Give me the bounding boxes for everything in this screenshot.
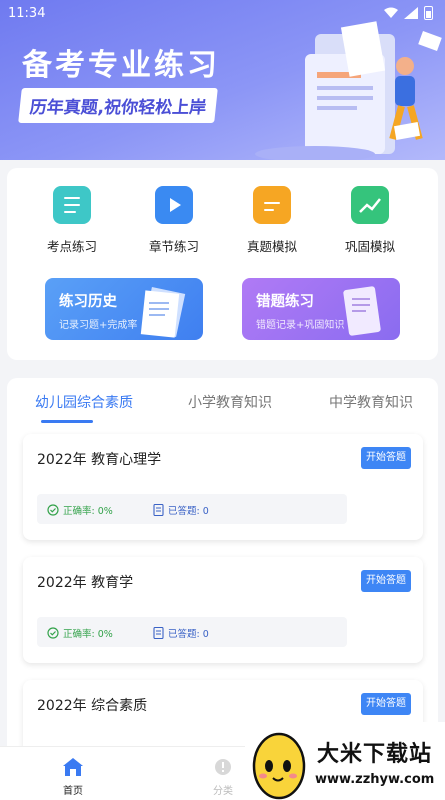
- paper-title: 2022年 综合素质: [37, 698, 148, 714]
- paper-title: 2022年 教育学: [37, 575, 134, 591]
- check-circle-icon: [47, 627, 59, 639]
- folder-icon: [253, 186, 291, 224]
- document-icon: [153, 504, 164, 516]
- paper-card[interactable]: 2022年 教育心理学 开始答题 正确率: 0% 已答题: 0: [23, 434, 423, 540]
- watermark-site-name: 大米下载站: [317, 742, 433, 767]
- category-icon: [215, 759, 231, 775]
- accuracy-text: 正确率: 0%: [63, 629, 113, 640]
- active-tab-indicator: [41, 420, 93, 423]
- nav-home[interactable]: 首页: [43, 757, 103, 797]
- start-answer-button[interactable]: 开始答题: [361, 693, 411, 715]
- practice-history-title: 练习历史: [59, 294, 117, 310]
- feature-label: 巩固模拟: [344, 239, 395, 254]
- paper-stats: 正确率: 0% 已答题: 0: [37, 494, 347, 524]
- mistakes-practice-button[interactable]: 错题练习 错题记录+巩固知识: [242, 278, 400, 340]
- banner-illustration: [255, 21, 442, 160]
- watermark: 大米下载站 www.zzhyw.com: [245, 722, 445, 800]
- feature-kaodian[interactable]: 考点练习: [27, 186, 117, 255]
- answered-text: 已答题: 0: [168, 629, 209, 640]
- answered-text: 已答题: 0: [168, 506, 209, 517]
- practice-history-button[interactable]: 练习历史 记录习题+完成率: [45, 278, 203, 340]
- document-icon: [153, 627, 164, 639]
- banner: 11:34 备考专业练习 历年真题,祝你轻松上岸: [0, 0, 445, 160]
- notebook-icon: [53, 186, 91, 224]
- paper-card[interactable]: 2022年 教育学 开始答题 正确率: 0% 已答题: 0: [23, 557, 423, 663]
- feature-card: 考点练习 章节练习 真题模拟 巩固模拟 练习历史 记录习题+完成率 错题练习 错…: [7, 168, 438, 360]
- banner-subtitle: 历年真题,祝你轻松上岸: [18, 88, 219, 123]
- answered-stat: 已答题: 0: [153, 626, 209, 640]
- chart-icon: [351, 186, 389, 224]
- feature-label: 章节练习: [148, 239, 199, 254]
- tab-primary[interactable]: 小学教育知识: [188, 392, 272, 412]
- accuracy-stat: 正确率: 0%: [47, 626, 113, 640]
- status-time: 11:34: [8, 6, 46, 21]
- accuracy-stat: 正确率: 0%: [47, 503, 113, 517]
- nav-category[interactable]: 分类: [193, 757, 253, 797]
- documents-icon: [140, 286, 186, 338]
- tab-middle[interactable]: 中学教育知识: [329, 392, 413, 412]
- home-icon: [63, 758, 83, 776]
- nav-home-label: 首页: [63, 786, 83, 797]
- start-answer-button[interactable]: 开始答题: [361, 447, 411, 469]
- category-tabs: 幼儿园综合素质 小学教育知识 中学教育知识: [7, 392, 438, 422]
- video-doc-icon: [155, 186, 193, 224]
- paper-title: 2022年 教育心理学: [37, 452, 162, 468]
- mistakes-practice-title: 错题练习: [256, 294, 314, 310]
- feature-zhenti[interactable]: 真题模拟: [227, 186, 317, 255]
- answered-stat: 已答题: 0: [153, 503, 209, 517]
- scroll-icon: [343, 286, 381, 336]
- accuracy-text: 正确率: 0%: [63, 506, 113, 517]
- watermark-url: www.zzhyw.com: [315, 772, 435, 787]
- banner-title: 备考专业练习: [22, 48, 220, 83]
- feature-zhangjie[interactable]: 章节练习: [129, 186, 219, 255]
- practice-history-subtitle: 记录习题+完成率: [59, 320, 138, 331]
- paper-list-panel: 幼儿园综合素质 小学教育知识 中学教育知识 2022年 教育心理学 开始答题 正…: [7, 378, 438, 758]
- check-circle-icon: [47, 504, 59, 516]
- feature-label: 真题模拟: [246, 239, 297, 254]
- tab-kindergarten[interactable]: 幼儿园综合素质: [35, 392, 133, 412]
- nav-category-label: 分类: [213, 786, 233, 797]
- feature-label: 考点练习: [46, 239, 97, 254]
- feature-gonggu[interactable]: 巩固模拟: [325, 186, 415, 255]
- start-answer-button[interactable]: 开始答题: [361, 570, 411, 592]
- paper-stats: 正确率: 0% 已答题: 0: [37, 617, 347, 647]
- rice-mascot-logo: [252, 732, 306, 800]
